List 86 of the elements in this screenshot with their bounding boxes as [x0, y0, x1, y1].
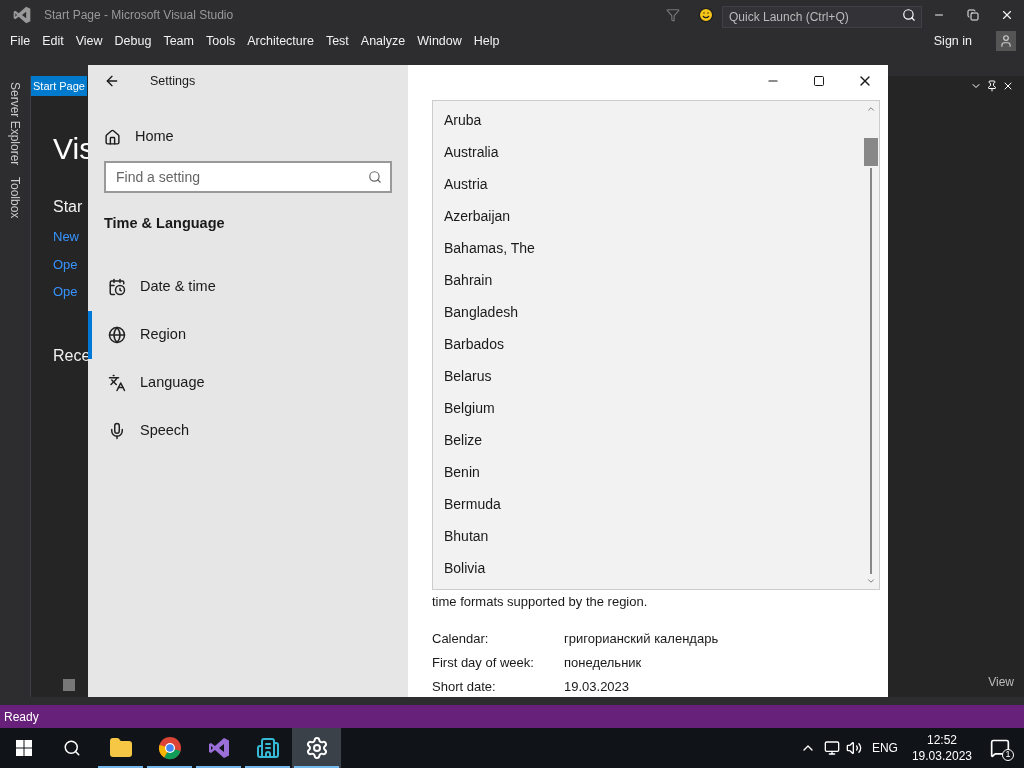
avatar-icon[interactable]	[996, 31, 1016, 51]
list-option[interactable]: Benin	[433, 456, 863, 488]
window-title: Start Page - Microsoft Visual Studio	[44, 7, 234, 24]
start-link[interactable]: New	[53, 227, 79, 247]
menu-item[interactable]: Window	[411, 31, 468, 51]
start-link[interactable]: Ope	[53, 282, 78, 302]
buildings-icon	[255, 736, 280, 760]
search-icon	[368, 170, 382, 184]
format-label: Short date:	[432, 677, 497, 696]
search-icon	[63, 739, 81, 757]
close-icon	[1000, 8, 1014, 22]
pin-icon[interactable]	[986, 80, 998, 92]
list-option[interactable]: Bahrain	[433, 264, 863, 296]
list-option[interactable]: Azerbaijan	[433, 200, 863, 232]
browser-icon	[157, 736, 182, 760]
quick-launch-field[interactable]: Quick Launch (Ctrl+Q)	[722, 6, 922, 28]
format-value: григорианский календарь	[564, 629, 719, 648]
start-link[interactable]: Ope	[53, 254, 78, 274]
smiley-icon[interactable]	[698, 7, 714, 23]
taskbar-app[interactable]	[292, 728, 341, 768]
window-title: Settings	[150, 72, 196, 90]
menu-item[interactable]: Team	[157, 31, 200, 51]
list-option[interactable]: Belgium	[433, 392, 863, 424]
list-option[interactable]: Bahamas, The	[433, 232, 863, 264]
search-field[interactable]: Find a setting	[104, 161, 392, 193]
section-heading: Rece	[53, 345, 91, 366]
section-title: Time & Language	[104, 214, 226, 233]
scrollbar-thumb[interactable]	[864, 138, 878, 166]
list-option[interactable]: Belize	[433, 424, 863, 456]
folder-icon	[108, 736, 133, 760]
infinity-logo-icon	[206, 736, 231, 760]
list-option[interactable]: Barbados	[433, 328, 863, 360]
language-icon	[108, 373, 126, 392]
section-heading: Star	[53, 197, 83, 217]
menu-item[interactable]: View	[69, 31, 109, 51]
list-option[interactable]: Bermuda	[433, 488, 863, 520]
notifications-icon[interactable]	[990, 738, 1010, 758]
menu-item[interactable]: Help	[467, 31, 506, 51]
square-icon	[63, 679, 75, 691]
menu-item[interactable]: Analyze	[354, 31, 412, 51]
menu-item[interactable]: Debug	[108, 31, 158, 51]
windows-logo-icon	[16, 740, 32, 756]
globe-icon	[108, 325, 126, 344]
clock-date[interactable]: 19.03.2023	[911, 748, 972, 764]
close-icon[interactable]	[1002, 80, 1014, 92]
maximize-icon	[813, 75, 825, 87]
format-value: понедельник	[564, 653, 642, 672]
menu-item[interactable]: Architecture	[241, 31, 320, 51]
status-text: Ready	[4, 708, 39, 726]
home-nav-item[interactable]: Home	[88, 113, 408, 161]
microphone-icon	[108, 421, 126, 440]
clock-time[interactable]: 12:52	[926, 732, 957, 748]
document-tab[interactable]: Start Page	[31, 76, 87, 96]
notification-count: 1	[1002, 749, 1014, 761]
nav-item[interactable]: Date & time	[88, 262, 408, 311]
list-option[interactable]: Belarus	[433, 360, 863, 392]
description-text: time formats supported by the region.	[432, 593, 649, 611]
home-icon	[104, 128, 121, 146]
list-option[interactable]: Australia	[433, 136, 863, 168]
language-indicator[interactable]: ENG	[871, 739, 898, 757]
menu-item[interactable]: File	[4, 31, 37, 51]
side-tab[interactable]: Server Explorer	[6, 82, 24, 166]
list-option[interactable]: Austria	[433, 168, 863, 200]
list-option[interactable]: Aruba	[433, 104, 863, 136]
sign-in-link[interactable]: Sign in	[933, 31, 972, 51]
side-tab[interactable]: Toolbox	[6, 177, 24, 219]
network-icon[interactable]	[823, 740, 840, 756]
nav-item[interactable]: Language	[88, 358, 408, 407]
nav-item[interactable]: Speech	[88, 406, 408, 455]
format-label: First day of week:	[432, 653, 535, 672]
format-label: Calendar:	[432, 629, 490, 648]
restore-icon	[967, 9, 979, 21]
speaker-icon[interactable]	[845, 740, 862, 756]
list-option[interactable]: Bangladesh	[433, 296, 863, 328]
gear-icon	[304, 736, 329, 760]
menu-item[interactable]: Test	[319, 31, 355, 51]
format-value: 19.03.2023	[564, 677, 630, 696]
list-option[interactable]: Bolivia	[433, 552, 863, 584]
menu-item[interactable]: Tools	[200, 31, 242, 51]
list-option[interactable]: Bhutan	[433, 520, 863, 552]
filter-icon[interactable]	[666, 8, 680, 22]
menu-item[interactable]: Edit	[36, 31, 70, 51]
view-label[interactable]: View	[988, 673, 1014, 691]
calendar-icon	[108, 277, 126, 296]
infinity-logo-icon	[12, 5, 32, 25]
search-icon	[902, 8, 916, 22]
